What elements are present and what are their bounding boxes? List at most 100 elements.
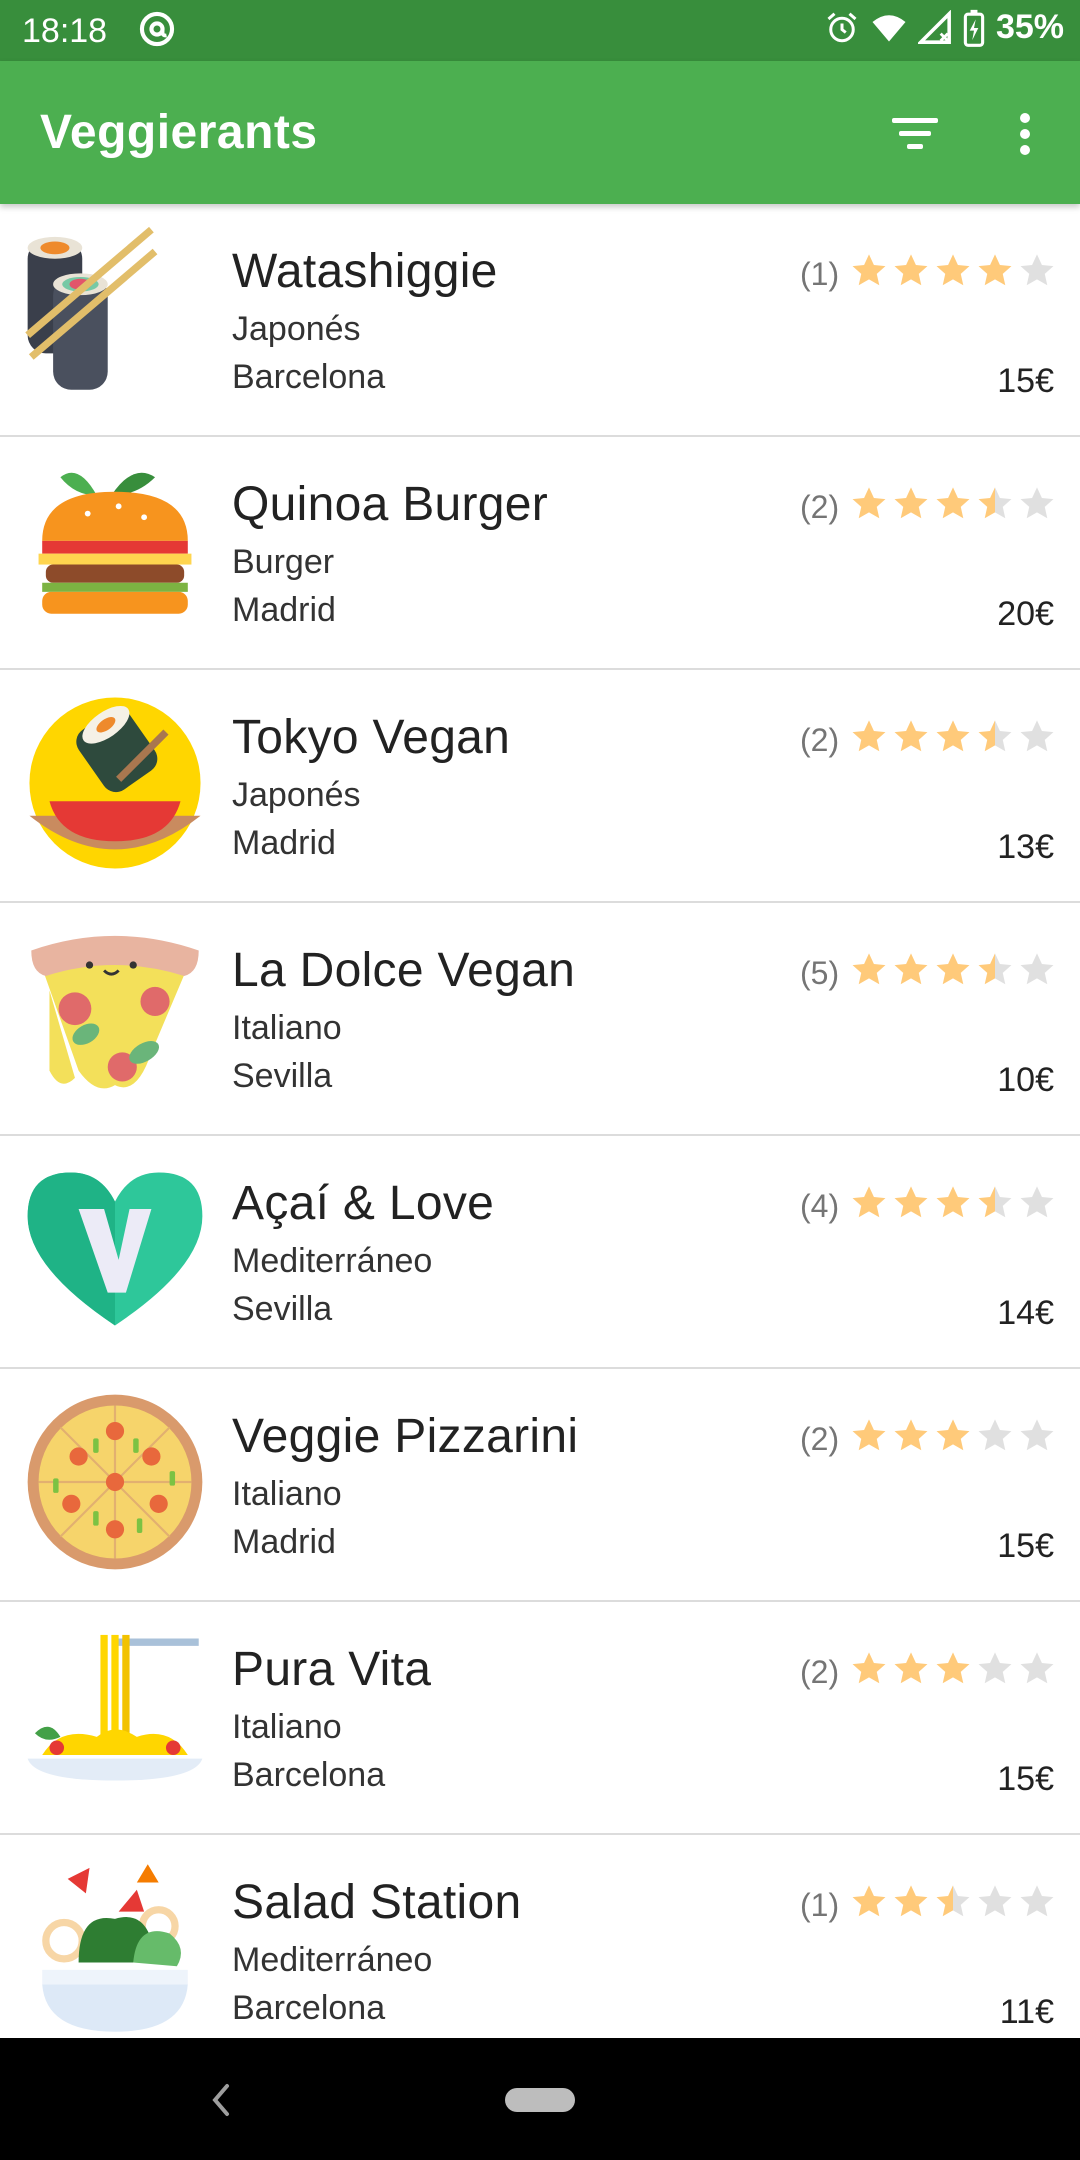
rating-stars: [850, 1417, 1056, 1455]
page-title: Veggierants: [40, 106, 318, 159]
restaurant-name: Veggie Pizzarini: [232, 1410, 579, 1463]
star-filled-icon: [894, 254, 928, 286]
star-empty-icon: [1020, 487, 1054, 519]
restaurant-city: Madrid: [232, 591, 336, 629]
rating-stars: [850, 718, 1056, 756]
rating-stars: [850, 951, 1056, 989]
rating-stars: [850, 485, 1056, 523]
status-time: 18:18: [22, 12, 108, 50]
rating-stars: [850, 1650, 1056, 1688]
star-filled-icon: [852, 1419, 886, 1451]
restaurant-city: Sevilla: [232, 1057, 333, 1095]
star-filled-icon: [936, 720, 970, 752]
restaurant-name: Salad Station: [232, 1876, 522, 1929]
vegan-heart-icon: [27, 1172, 203, 1326]
restaurant-row-salad-station[interactable]: Salad Station Mediterráneo Barcelona (1)…: [0, 1835, 1080, 2038]
star-filled-icon: [936, 254, 970, 286]
star-half-icon: [978, 720, 1012, 752]
star-empty-icon: [1020, 1186, 1054, 1218]
wifi-icon: [872, 14, 906, 41]
status-icons: 35%: [824, 8, 1064, 47]
star-filled-icon: [894, 1652, 928, 1684]
price: 15€: [997, 1760, 1054, 1798]
restaurant-row-la-dolce-vegan[interactable]: La Dolce Vegan Italiano Sevilla (5) 10€: [0, 903, 1080, 1136]
burger-icon: [38, 472, 192, 614]
restaurant-list[interactable]: Watashiggie Japonés Barcelona (1) 15€ Qu…: [0, 204, 1080, 2038]
review-count: (4): [800, 1188, 840, 1224]
restaurant-row-veggie-pizzarini[interactable]: Veggie Pizzarini Italiano Madrid (2) 15€: [0, 1369, 1080, 1602]
star-filled-icon: [894, 720, 928, 752]
restaurant-city: Sevilla: [232, 1290, 333, 1328]
restaurant-row-quinoa-burger[interactable]: Quinoa Burger Burger Madrid (2) 20€: [0, 437, 1080, 670]
filter-icon[interactable]: [880, 99, 950, 169]
restaurant-cuisine: Italiano: [232, 1475, 342, 1513]
restaurant-name: Watashiggie: [232, 245, 498, 298]
status-bar: 18:18 35%: [0, 0, 1080, 61]
back-icon[interactable]: [205, 2078, 235, 2122]
star-empty-icon: [1020, 953, 1054, 985]
spaghetti-icon: [27, 1634, 203, 1781]
star-empty-icon: [978, 1419, 1012, 1451]
star-filled-icon: [936, 953, 970, 985]
star-filled-icon: [936, 487, 970, 519]
sushi-bowl-icon: [29, 697, 201, 869]
star-filled-icon: [852, 1652, 886, 1684]
restaurant-name: Açaí & Love: [232, 1177, 495, 1230]
rating-stars: [850, 1184, 1056, 1222]
pizza-slice-icon: [31, 935, 199, 1089]
star-filled-icon: [894, 1885, 928, 1917]
app-bar: Veggierants: [0, 61, 1080, 204]
star-filled-icon: [894, 953, 928, 985]
price: 13€: [997, 828, 1054, 866]
restaurant-row-pura-vita[interactable]: Pura Vita Italiano Barcelona (2) 15€: [0, 1602, 1080, 1835]
restaurant-row-watashiggie[interactable]: Watashiggie Japonés Barcelona (1) 15€: [0, 204, 1080, 437]
star-filled-icon: [936, 1419, 970, 1451]
restaurant-name: Pura Vita: [232, 1643, 432, 1696]
star-empty-icon: [1020, 1885, 1054, 1917]
star-filled-icon: [852, 1885, 886, 1917]
restaurant-name: La Dolce Vegan: [232, 944, 576, 997]
rating-stars: [850, 252, 1056, 290]
restaurant-cuisine: Mediterráneo: [232, 1941, 433, 1979]
battery-percent: 35%: [995, 8, 1064, 46]
star-filled-icon: [852, 1186, 886, 1218]
restaurant-city: Madrid: [232, 824, 336, 862]
restaurant-city: Barcelona: [232, 358, 386, 396]
star-empty-icon: [1020, 720, 1054, 752]
price: 10€: [997, 1061, 1054, 1099]
star-filled-icon: [894, 1186, 928, 1218]
review-count: (1): [800, 1887, 840, 1923]
star-empty-icon: [1020, 1419, 1054, 1451]
price: 15€: [997, 362, 1054, 400]
review-count: (2): [800, 489, 840, 525]
review-count: (2): [800, 1421, 840, 1457]
star-filled-icon: [852, 953, 886, 985]
star-half-icon: [936, 1885, 970, 1917]
home-pill-icon[interactable]: [505, 2088, 575, 2112]
restaurant-city: Barcelona: [232, 1989, 386, 2027]
price: 14€: [997, 1294, 1054, 1332]
restaurant-row-tokyo-vegan[interactable]: Tokyo Vegan Japonés Madrid (2) 13€: [0, 670, 1080, 903]
star-filled-icon: [852, 720, 886, 752]
battery-charging-icon: [963, 9, 985, 47]
review-count: (5): [800, 955, 840, 991]
price: 11€: [999, 1993, 1054, 2031]
signal-icon: [917, 9, 951, 44]
star-empty-icon: [978, 1885, 1012, 1917]
restaurant-city: Madrid: [232, 1523, 336, 1561]
at-sign-icon: [139, 11, 175, 47]
more-vert-icon[interactable]: [990, 99, 1060, 169]
star-half-icon: [978, 953, 1012, 985]
pizza-icon: [27, 1394, 203, 1570]
star-filled-icon: [978, 254, 1012, 286]
star-empty-icon: [1020, 254, 1054, 286]
review-count: (2): [800, 1654, 840, 1690]
restaurant-row-acai-love[interactable]: Açaí & Love Mediterráneo Sevilla (4) 14€: [0, 1136, 1080, 1369]
star-filled-icon: [852, 254, 886, 286]
star-filled-icon: [936, 1652, 970, 1684]
restaurant-name: Quinoa Burger: [232, 478, 549, 531]
review-count: (1): [800, 256, 840, 292]
alarm-icon: [827, 12, 857, 42]
restaurant-cuisine: Mediterráneo: [232, 1242, 433, 1280]
restaurant-cuisine: Burger: [232, 543, 335, 581]
